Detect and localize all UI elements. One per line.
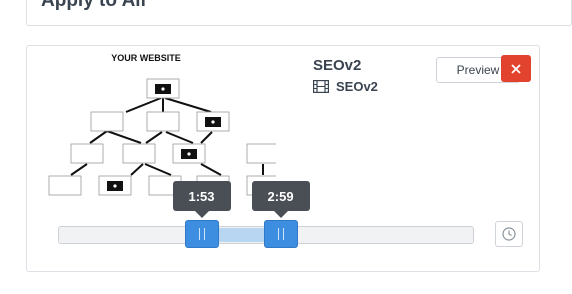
trim-start-handle[interactable] <box>184 220 219 248</box>
previous-panel-title: Apply to All <box>41 0 146 11</box>
end-time-tooltip: 2:59 <box>251 181 310 218</box>
clock-icon <box>502 227 516 241</box>
trim-end-handle[interactable] <box>263 220 298 248</box>
history-button[interactable] <box>495 221 523 247</box>
thumbnail-heading: YOUR WEBSITE <box>111 53 181 63</box>
previous-panel: Apply to All <box>26 0 572 26</box>
video-subtitle: SEOv2 <box>313 79 378 94</box>
close-icon <box>511 63 521 74</box>
video-clip-card: YOUR WEBSITE SEOv2 SEOv2 Preview 1:53 2:… <box>26 45 540 272</box>
remove-clip-button[interactable] <box>501 55 531 82</box>
website-structure-thumbnail: YOUR WEBSITE <box>48 53 276 196</box>
grip-icon <box>277 228 284 240</box>
video-title: SEOv2 <box>313 57 362 74</box>
start-time-tooltip: 1:53 <box>172 181 231 218</box>
film-icon <box>313 80 329 93</box>
video-subtitle-label: SEOv2 <box>336 79 378 94</box>
grip-icon <box>198 228 205 240</box>
